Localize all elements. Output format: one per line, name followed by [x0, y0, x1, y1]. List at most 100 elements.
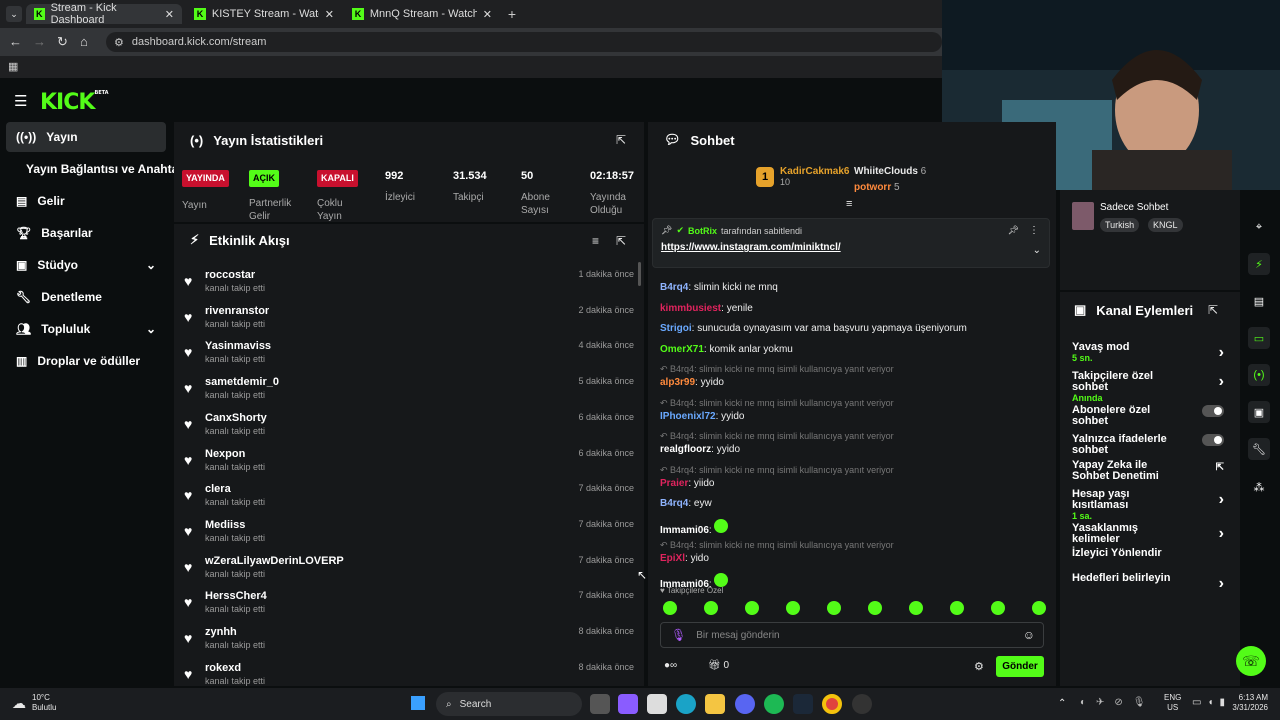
reload-icon[interactable]: ↻ — [57, 34, 68, 50]
follower-name[interactable]: Yasinmaviss — [205, 340, 271, 352]
chat-input[interactable]: 🎙︎ Bir mesaj gönderin ☺ — [660, 622, 1044, 648]
sidebar-item-yayin[interactable]: ((•)) Yayın — [6, 122, 166, 152]
list-item[interactable]: ♥ CanxShorty kanalı takip etti 6 dakika önc… — [184, 412, 634, 447]
sidebar-item-droplar[interactable]: ▥ Droplar ve ödüller — [6, 346, 166, 376]
weather-widget[interactable]: ☁ 10°C Bulutlu — [12, 693, 56, 713]
follower-name[interactable]: sametdemir_0 — [205, 376, 279, 388]
emote-icon[interactable] — [745, 601, 759, 615]
top-gifter-1[interactable]: 1 KadirCakmak6 10 — [756, 166, 849, 187]
list-item[interactable]: ♥ roccostar kanalı takip etti 1 dakika önce — [184, 269, 634, 304]
chat-message[interactable]: kimmbusiest: yenile — [660, 303, 753, 314]
steam-icon[interactable] — [793, 694, 813, 714]
language-indicator[interactable]: ENG US — [1164, 693, 1181, 713]
reply-context[interactable]: ↶ B4rq4: slimin kicki ne mnq isimli kull… — [660, 431, 894, 442]
follower-name[interactable]: HerssCher4 — [205, 590, 267, 602]
reply-context[interactable]: ↶ B4rq4: slimin kicki ne mnq isimli kull… — [660, 540, 894, 551]
tab-kick-dashboard[interactable]: K Stream - Kick Dashboard ✕ — [26, 2, 182, 26]
emote-icon[interactable] — [827, 601, 841, 615]
app-icon[interactable] — [852, 694, 872, 714]
close-tab-icon[interactable]: ✕ — [483, 8, 492, 21]
list-item[interactable]: ♥ HerssCher4 kanalı takip etti 7 dakika önc… — [184, 590, 634, 625]
channel-action[interactable]: İzleyici Yönlendir — [1072, 548, 1224, 559]
follower-name[interactable]: clera — [205, 483, 231, 495]
chat-username[interactable]: EpiXl — [660, 553, 685, 564]
emote-icon[interactable] — [950, 601, 964, 615]
channel-action[interactable]: Takipçilere özel sohbet Anında › — [1072, 371, 1224, 404]
chat-message[interactable]: B4rq4: eyw — [660, 498, 712, 509]
tab-kistey-stream[interactable]: K KISTEY Stream - Watch Live on ✕ — [186, 4, 342, 24]
channel-action[interactable]: Yasaklanmış kelimeler › — [1072, 523, 1224, 545]
list-item[interactable]: ♥ Mediiss kanalı takip etti 7 dakika önce — [184, 519, 634, 554]
chat-message[interactable]: alp3r99: yyido — [660, 377, 724, 388]
close-tab-icon[interactable]: ✕ — [165, 8, 174, 21]
file-explorer-icon[interactable] — [705, 694, 725, 714]
send-button[interactable]: Gönder — [996, 656, 1044, 677]
discord-icon[interactable] — [735, 694, 755, 714]
windows-start-icon[interactable] — [410, 695, 426, 711]
list-item[interactable]: ♥ Nexpon kanalı takip etti 6 dakika önce — [184, 448, 634, 483]
taskbar-search[interactable]: ⌕ Search — [436, 692, 582, 716]
channel-action[interactable]: Yapay Zeka ile Sohbet Denetimi ⇱ — [1072, 460, 1224, 482]
follower-name[interactable]: CanxShorty — [205, 412, 267, 424]
sidebar-item-denetleme[interactable]: 🔧︎ Denetleme — [6, 282, 166, 312]
mic-icon[interactable]: 🎙︎ — [671, 628, 686, 642]
chat-settings-icon[interactable]: ⚙ — [974, 660, 984, 673]
chat-message[interactable]: B4rq4: slimin kicki ne mnq — [660, 282, 778, 293]
chat-username[interactable]: Strigoi — [660, 323, 692, 334]
pin-icon[interactable]: 📌︎ — [1008, 225, 1019, 236]
rail-wrench-icon[interactable]: 🔧︎ — [1248, 438, 1270, 460]
chat-username[interactable]: alp3r99 — [660, 377, 695, 388]
apps-grid-icon[interactable]: ▦ — [8, 60, 18, 73]
forward-icon[interactable]: → — [33, 34, 46, 49]
new-tab-button[interactable]: + — [504, 6, 520, 22]
follower-name[interactable]: wZeraLilyawDerinLOVERP — [205, 555, 344, 567]
follower-name[interactable]: rivenranstor — [205, 305, 269, 317]
filter-icon[interactable]: ≡ — [846, 198, 852, 210]
copilot-icon[interactable] — [618, 694, 638, 714]
sidebar-item-stream-key[interactable]: Yayın Bağlantısı ve Anahtarı — [6, 154, 186, 184]
follower-name[interactable]: zynhh — [205, 626, 237, 638]
chat-message[interactable]: Praier: yiido — [660, 478, 715, 489]
reply-context[interactable]: ↶ B4rq4: slimin kicki ne mnq isimli kull… — [660, 465, 894, 476]
emote-icon[interactable] — [991, 601, 1005, 615]
rail-chat-icon[interactable]: ▭ — [1248, 327, 1270, 349]
follower-name[interactable]: Nexpon — [205, 448, 245, 460]
sidebar-item-studyo[interactable]: ▣ Stüdyo ⌄ — [6, 250, 166, 280]
rail-camera-icon[interactable]: ⌖ — [1248, 216, 1270, 238]
chat-message[interactable]: EpiXl: yido — [660, 553, 709, 564]
list-item[interactable]: ♥ wZeraLilyawDerinLOVERP kanalı takip etti… — [184, 555, 634, 590]
gift-points[interactable]: 🎁︎ 0 — [708, 660, 729, 671]
follower-name[interactable]: Mediiss — [205, 519, 245, 531]
emote-icon[interactable] — [663, 601, 677, 615]
popout-icon[interactable]: ⇱ — [616, 133, 626, 147]
chat-message[interactable]: OmerX71: komik anlar yokmu — [660, 344, 793, 355]
tray-icons[interactable]: ◐✈⊘🎙︎ — [1080, 697, 1156, 708]
channel-action[interactable]: Abonelere özel sohbet — [1072, 405, 1224, 427]
chat-username[interactable]: B4rq4 — [660, 498, 688, 509]
top-gifter-2[interactable]: WhiiteClouds 6 — [854, 166, 926, 177]
rail-users-icon[interactable]: ⁂ — [1248, 476, 1270, 498]
tag-kngl[interactable]: KNGL — [1148, 218, 1183, 232]
chat-username[interactable]: Immami06 — [660, 525, 709, 536]
points-icon[interactable]: ●∞ — [664, 660, 677, 671]
list-item[interactable]: ♥ clera kanalı takip etti 7 dakika önce — [184, 483, 634, 518]
chat-message[interactable]: Immami06: — [660, 518, 729, 536]
support-button[interactable]: ☏ — [1236, 646, 1266, 676]
top-gifter-3[interactable]: potworr 5 — [854, 182, 900, 193]
list-item[interactable]: ♥ Yasinmaviss kanalı takip etti 4 dakika ön… — [184, 340, 634, 375]
channel-action[interactable]: Hedefleri belirleyin › — [1072, 573, 1224, 593]
edge-icon[interactable] — [676, 694, 696, 714]
filter-icon[interactable]: ≡ — [592, 234, 599, 248]
close-tab-icon[interactable]: ✕ — [325, 8, 334, 21]
rail-broadcast-icon[interactable]: (•) — [1248, 364, 1270, 386]
reply-context[interactable]: ↶ B4rq4: slimin kicki ne mnq isimli kull… — [660, 398, 894, 409]
rail-lightning-icon[interactable]: ⚡︎ — [1248, 253, 1270, 275]
spotify-icon[interactable] — [764, 694, 784, 714]
emote-icon[interactable] — [786, 601, 800, 615]
channel-action[interactable]: Hesap yaşı kısıtlaması 1 sa. › — [1072, 489, 1224, 522]
emote-icon[interactable] — [909, 601, 923, 615]
toggle-switch[interactable] — [1202, 434, 1224, 446]
channel-action[interactable]: Yavaş mod 5 sn. › — [1072, 342, 1224, 364]
chat-username[interactable]: Praier — [660, 478, 688, 489]
emote-icon[interactable] — [1032, 601, 1046, 615]
